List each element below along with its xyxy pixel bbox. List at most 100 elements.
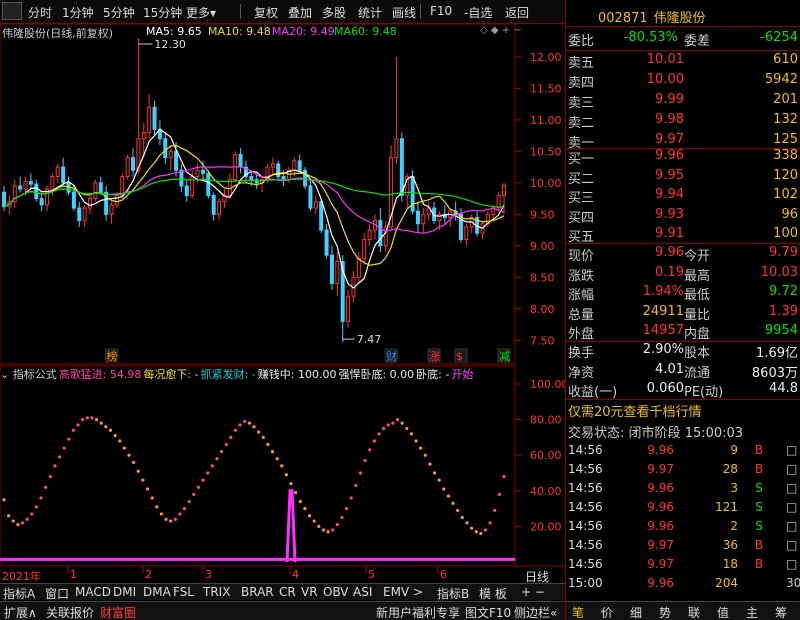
toolbar-item-12[interactable]: 返回: [505, 4, 529, 21]
indicator-dot: [201, 478, 205, 482]
promo-link[interactable]: 仅需20元查看千档行情: [568, 401, 702, 420]
indicator-dot: [266, 442, 270, 447]
toolbar-item-1[interactable]: 1分钟: [62, 4, 94, 21]
bottom-tab-3[interactable]: 新用户福利专享: [376, 604, 460, 620]
candle-body: [195, 169, 200, 178]
indicator-dot: [372, 439, 376, 443]
sidebar-tab-6[interactable]: 主: [746, 604, 758, 620]
stat-label: 现价: [568, 249, 595, 264]
candle-body: [270, 163, 275, 168]
toolbar-item-3[interactable]: 15分钟: [143, 4, 182, 21]
indicator-tab-9[interactable]: VR: [301, 585, 318, 599]
sidebar-tab-5[interactable]: 值: [717, 604, 729, 620]
sidebar-tab-3[interactable]: 势: [659, 604, 671, 620]
indicator-dot: [224, 442, 228, 447]
tick-price: 9.96: [647, 519, 674, 533]
indicator-dot: [497, 492, 501, 496]
indicator-dot: [331, 528, 335, 532]
stock-code: 002871: [598, 11, 648, 26]
indicator-dot: [460, 515, 464, 520]
sidebar-tab-7[interactable]: 筹: [775, 604, 787, 620]
indicator-dot: [377, 432, 381, 436]
ma-label-3: MA60: 9.48: [334, 25, 397, 38]
indicator-tab-11[interactable]: ASI: [353, 585, 372, 599]
stat-value2: 9954: [764, 323, 798, 338]
indicator-dot: [257, 430, 261, 434]
divider: [566, 243, 800, 244]
indicator-dot: [108, 428, 113, 432]
tick-box-icon: □: [786, 443, 798, 457]
toolbar-item-4[interactable]: 更多▾: [186, 4, 216, 21]
candle-body: [55, 166, 60, 178]
sidebar-tab-1[interactable]: 价: [601, 604, 613, 620]
indicator-dot: [155, 505, 159, 509]
indicator-tab-8[interactable]: CR: [279, 585, 296, 599]
indicator-dot: [400, 421, 404, 425]
indicator-tab-0[interactable]: 指标A: [3, 585, 35, 602]
bottom-tab-0[interactable]: 扩展∧: [4, 604, 37, 620]
indicator-item-0[interactable]: ⌄ 指标公式: [0, 368, 57, 381]
candle-body: [415, 210, 420, 225]
indicator-dot: [39, 496, 43, 500]
bottom-tab-2[interactable]: 财富圈: [100, 604, 136, 620]
indicator-dot: [395, 418, 400, 422]
sidebar-tab-0[interactable]: 笔: [572, 604, 584, 620]
ind-y-tick-label: 100.00: [530, 378, 565, 391]
toolbar-item-0[interactable]: 分时: [28, 4, 52, 21]
indicator-tab-15[interactable]: 模 板: [479, 585, 507, 602]
toolbar-item-6[interactable]: 叠加: [288, 4, 312, 21]
tick-price: 9.97: [647, 538, 674, 552]
candle-body: [179, 169, 184, 187]
indicator-dot: [312, 519, 316, 523]
candle-body: [329, 254, 334, 285]
toolbar-item-5[interactable]: 复权: [254, 4, 278, 21]
toolbar-item-11[interactable]: -自选: [464, 4, 492, 21]
y-tick-label: 8.50: [530, 271, 555, 284]
indicator-tab-7[interactable]: BRAR: [241, 585, 274, 599]
indicator-tab-2[interactable]: MACD: [75, 585, 111, 599]
indicator-tab-16[interactable]: +: [521, 585, 531, 599]
sidebar-tab-2[interactable]: 细: [630, 604, 642, 620]
indicator-dot: [118, 439, 122, 443]
indicator-dot: [192, 492, 196, 496]
stat-label: 涨跌: [568, 268, 595, 284]
bid-price: 9.93: [655, 206, 684, 222]
indicator-tab-17[interactable]: −: [535, 585, 545, 599]
candle-body: [184, 185, 189, 196]
indicator-tab-10[interactable]: OBV: [323, 585, 349, 599]
tick-time: 15:00: [568, 576, 603, 590]
indicator-tab-12[interactable]: EMV: [383, 585, 409, 599]
ask-row: 卖五 10.01 610: [566, 52, 800, 72]
indicator-tab-5[interactable]: FSL: [173, 585, 194, 599]
toolbar-item-7[interactable]: 多股: [322, 4, 346, 21]
bottom-tab-4[interactable]: 图文F10: [465, 604, 511, 620]
indicator-dot: [358, 471, 363, 475]
indicator-item-7: 开始: [451, 368, 474, 381]
toolbar-item-9[interactable]: 画线: [392, 4, 416, 21]
weicha-label: 委差: [684, 34, 711, 49]
indicator-tab-4[interactable]: DMA: [143, 585, 171, 599]
event-marker: $: [456, 350, 463, 363]
indicator-tab-14[interactable]: 指标B: [437, 585, 469, 602]
toolbar-item-10[interactable]: F10: [430, 4, 452, 18]
indicator-dot: [20, 521, 25, 525]
toolbar-item-8[interactable]: 统计: [358, 4, 382, 21]
bid-volume: 96: [781, 206, 798, 222]
toolbar-item-2[interactable]: 5分钟: [103, 4, 135, 21]
candle-body: [174, 150, 179, 171]
indicator-dot: [474, 530, 478, 534]
candle-body: [71, 191, 76, 209]
bottom-tab-5[interactable]: 侧边栏«: [514, 604, 557, 620]
indicator-dot: [99, 421, 103, 425]
bottom-tab-1[interactable]: 关联报价: [46, 604, 94, 620]
chart-control-icons[interactable]: ◇ ◆ + −: [480, 25, 522, 36]
indicator-dot: [414, 439, 418, 443]
stat-row: 现价 9.96 今开 9.79: [566, 245, 800, 265]
indicator-tab-13[interactable]: >: [413, 585, 423, 599]
indicator-tab-3[interactable]: DMI: [113, 585, 136, 599]
indicator-tab-6[interactable]: TRIX: [203, 585, 230, 599]
indicator-tab-1[interactable]: 窗口: [45, 585, 69, 602]
x-month-label: 1: [70, 568, 77, 581]
indicator-dot: [446, 494, 451, 498]
sidebar-tab-4[interactable]: 联: [688, 604, 700, 620]
